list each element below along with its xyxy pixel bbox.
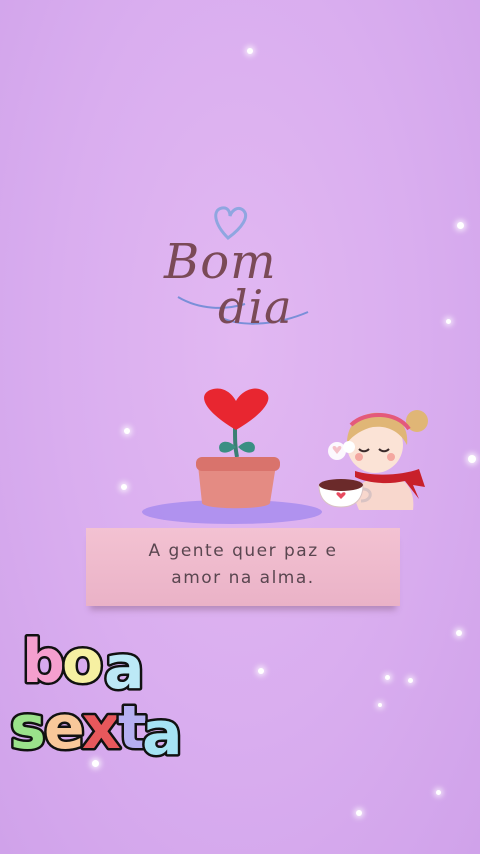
sparkle-icon	[436, 790, 441, 795]
sparkle-icon	[124, 428, 130, 434]
girl-with-coffee-icon	[315, 405, 435, 520]
sparkle-icon	[408, 678, 413, 683]
sparkle-icon	[258, 668, 264, 674]
sparkle-icon	[457, 222, 464, 229]
greeting-line2: dia	[218, 280, 293, 334]
sparkle-icon	[468, 455, 476, 463]
sparkle-icon	[385, 675, 390, 680]
sticker-letter: e	[44, 693, 85, 763]
greeting-title: Bom dia	[150, 200, 320, 340]
plant-stem	[233, 426, 239, 458]
sparkle-icon	[446, 319, 451, 324]
heart-icon	[204, 388, 269, 430]
sticker-letter: s	[10, 693, 46, 763]
plant-pot-icon	[196, 457, 280, 471]
sparkle-icon	[378, 703, 382, 707]
plant-leaf	[238, 441, 255, 453]
sparkle-icon	[356, 810, 362, 816]
sticker-letter: a	[142, 699, 183, 768]
boa-sexta-sticker: b o a s e x t a	[8, 608, 198, 772]
sticker-letter: b	[22, 627, 65, 697]
sticker-letter: x	[82, 693, 121, 763]
quote-banner: A gente quer paz e amor na alma.	[86, 528, 400, 606]
heart-plant-illustration	[140, 385, 325, 525]
quote-text: A gente quer paz e amor na alma.	[148, 541, 338, 588]
sticker-letter: o	[62, 627, 103, 697]
sparkle-icon	[121, 484, 127, 490]
sparkle-icon	[247, 48, 253, 54]
sparkle-icon	[456, 630, 462, 636]
